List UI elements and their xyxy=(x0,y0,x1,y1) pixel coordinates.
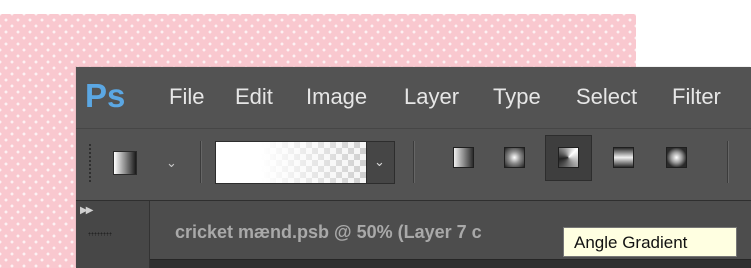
chevron-down-icon[interactable]: ⌄ xyxy=(166,155,177,171)
radial-gradient-icon[interactable] xyxy=(504,147,525,168)
panel-grip[interactable] xyxy=(88,232,112,236)
options-separator xyxy=(727,141,729,183)
menu-layer[interactable]: Layer xyxy=(404,84,459,110)
menu-filter[interactable]: Filter xyxy=(672,84,721,110)
menu-edit[interactable]: Edit xyxy=(235,84,273,110)
menu-bar: Ps File Edit Image Layer Type Select Fil… xyxy=(76,67,751,127)
options-separator xyxy=(413,141,415,183)
tooltip: Angle Gradient xyxy=(563,227,737,257)
options-separator xyxy=(200,141,202,183)
document-tab-title: cricket mænd.psb @ 50% (Layer 7 c xyxy=(175,222,482,242)
collapsed-tools-panel: ▶▶ xyxy=(76,201,150,268)
gradient-picker-swatch[interactable] xyxy=(215,141,367,184)
menu-file[interactable]: File xyxy=(169,84,204,110)
chevron-down-icon: ⌄ xyxy=(374,154,385,169)
menu-select[interactable]: Select xyxy=(576,84,637,110)
options-bar: ⌄ ⌄ xyxy=(76,128,751,201)
menu-type[interactable]: Type xyxy=(493,84,541,110)
menu-image[interactable]: Image xyxy=(306,84,367,110)
horizontal-ruler xyxy=(150,259,751,268)
gradient-picker-dropdown[interactable]: ⌄ xyxy=(367,141,395,184)
diamond-gradient-icon[interactable] xyxy=(666,147,687,168)
options-bar-grip[interactable] xyxy=(88,143,92,183)
linear-gradient-icon[interactable] xyxy=(453,147,474,168)
angle-gradient-icon[interactable] xyxy=(558,147,579,168)
screenshot-canvas: Ps File Edit Image Layer Type Select Fil… xyxy=(0,0,751,268)
gradient-tool-preset-icon[interactable] xyxy=(113,151,137,175)
photoshop-logo: Ps xyxy=(85,77,126,114)
expand-panel-icon[interactable]: ▶▶ xyxy=(80,205,93,216)
reflected-gradient-icon[interactable] xyxy=(613,147,634,168)
